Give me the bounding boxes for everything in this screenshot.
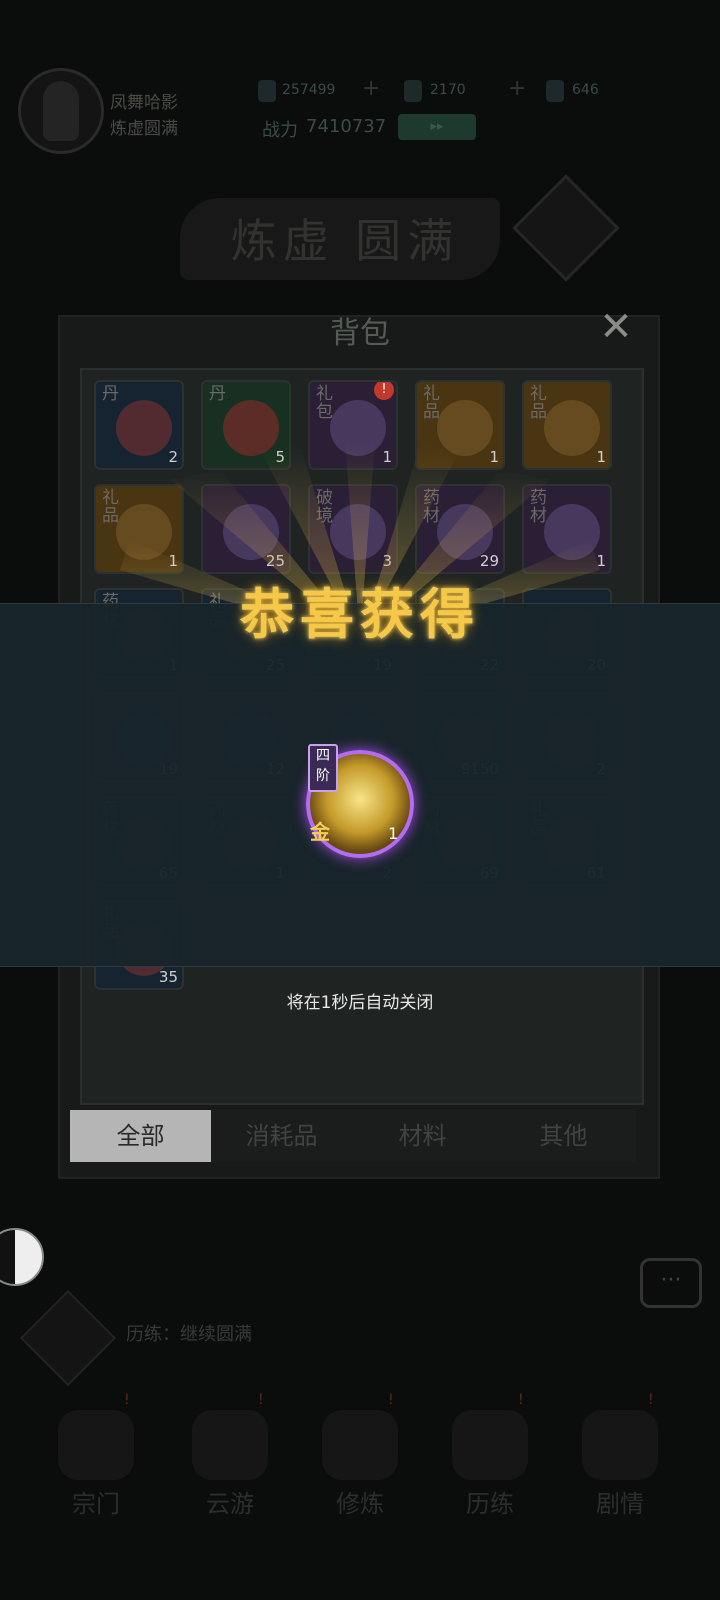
reward-item[interactable]: 四阶 金 1 xyxy=(306,744,414,858)
gem-icon xyxy=(404,80,422,102)
chat-button[interactable]: ··· xyxy=(640,1258,702,1308)
realm-seal-icon[interactable] xyxy=(512,174,620,282)
cloud-icon xyxy=(192,1410,268,1480)
nav-trial-label: 历练 xyxy=(466,1490,514,1518)
power-value: 7410737 xyxy=(306,116,387,137)
item-category: 丹 xyxy=(209,384,226,404)
item-category: 礼品 xyxy=(530,384,547,422)
reward-tier-badge: 四阶 xyxy=(308,744,338,792)
notification-badge: ! xyxy=(388,1392,394,1408)
nav-story-label: 剧情 xyxy=(596,1490,644,1518)
item-category: 礼品 xyxy=(423,384,440,422)
player-realm: 炼虚圆满 xyxy=(110,119,178,139)
nav-trial[interactable]: ! 历练 xyxy=(430,1392,550,1520)
quest-icon[interactable] xyxy=(19,1289,117,1387)
new-item-badge: ! xyxy=(374,382,394,400)
backpack-tabs: 全部 消耗品 材料 其他 xyxy=(70,1110,636,1162)
tab-materials[interactable]: 材料 xyxy=(352,1110,493,1162)
notification-badge: ! xyxy=(258,1392,264,1408)
quest-text[interactable]: 历练：继续圆满 xyxy=(126,1320,252,1346)
notification-badge: ! xyxy=(648,1392,654,1408)
nav-cultivate[interactable]: ! 修炼 xyxy=(300,1392,420,1520)
ticket-icon xyxy=(546,80,564,102)
player-avatar[interactable] xyxy=(18,68,104,154)
nav-travel-label: 云游 xyxy=(206,1490,254,1518)
nav-travel[interactable]: ! 云游 xyxy=(170,1392,290,1520)
spirit-stones-value: 257499 xyxy=(282,82,336,98)
notification-badge: ! xyxy=(518,1392,524,1408)
close-button[interactable]: ✕ xyxy=(594,305,638,349)
item-category: 丹 xyxy=(102,384,119,404)
tab-consumables[interactable]: 消耗品 xyxy=(211,1110,352,1162)
nav-story[interactable]: ! 剧情 xyxy=(560,1392,680,1520)
reward-element-label: 金 xyxy=(310,820,330,844)
trial-icon xyxy=(452,1410,528,1480)
close-icon: ✕ xyxy=(599,304,633,350)
backpack-title: 背包 xyxy=(330,316,390,351)
chat-icon: ··· xyxy=(660,1268,682,1293)
spirit-stone-icon xyxy=(258,80,276,102)
reward-count: 1 xyxy=(388,824,399,843)
story-icon xyxy=(582,1410,658,1480)
reward-title: 恭喜获得 xyxy=(240,582,480,646)
add-gems-button[interactable]: + xyxy=(508,76,526,101)
notification-badge: ! xyxy=(124,1392,130,1408)
cultivate-icon xyxy=(322,1410,398,1480)
player-name: 凤舞哈影 xyxy=(110,93,178,113)
nav-sect[interactable]: ! 宗门 xyxy=(36,1392,156,1520)
realm-title: 炼虚 圆满 xyxy=(230,214,460,268)
power-label: 战力 xyxy=(262,120,298,141)
tab-other[interactable]: 其他 xyxy=(493,1110,634,1162)
yinyang-icon[interactable] xyxy=(0,1228,44,1286)
add-spirit-stones-button[interactable]: + xyxy=(362,76,380,101)
nav-sect-label: 宗门 xyxy=(72,1490,120,1518)
sect-icon xyxy=(58,1410,134,1480)
auto-close-text: 将在1秒后自动关闭 xyxy=(286,993,434,1013)
nav-cultivate-label: 修炼 xyxy=(336,1490,384,1518)
tab-all[interactable]: 全部 xyxy=(70,1110,211,1162)
tickets-value: 646 xyxy=(572,82,599,98)
item-count: 35 xyxy=(158,968,178,986)
power-detail-button[interactable]: ▸▸ xyxy=(398,114,476,140)
item-category: 礼包 xyxy=(316,384,333,422)
gems-value: 2170 xyxy=(430,82,466,98)
